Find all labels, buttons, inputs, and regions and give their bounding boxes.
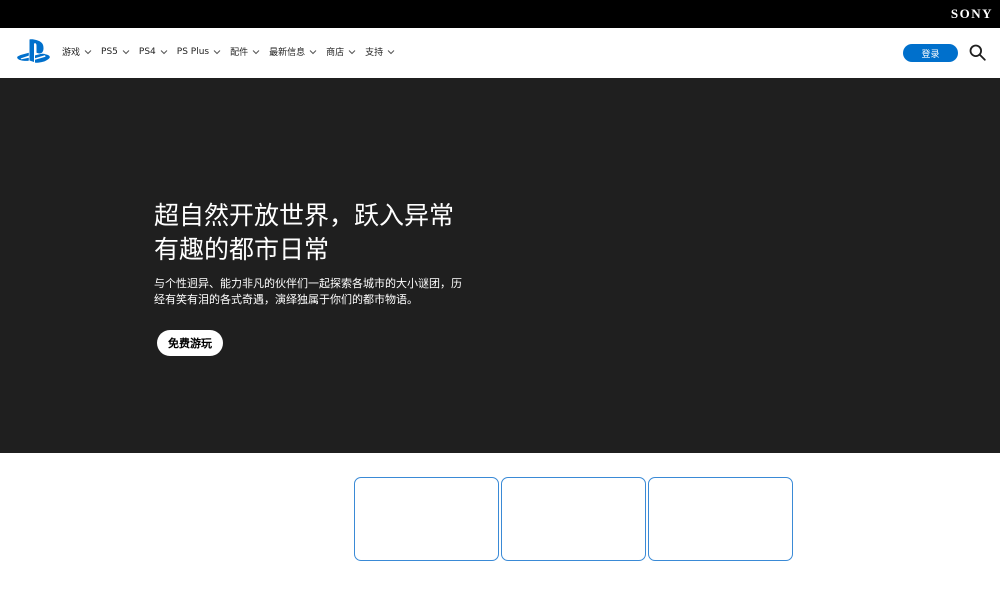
chevron-down-icon xyxy=(387,49,395,54)
nav-item-accessories[interactable]: 配件 xyxy=(230,45,260,58)
nav-item-ps-plus[interactable]: PS Plus xyxy=(177,47,221,57)
nav-item-label: 商店 xyxy=(326,48,345,58)
main-navigation: 游戏 PS5 PS4 PS Plus 配件 最新信息 商店 支持 登录 xyxy=(0,28,1000,78)
nav-item-support[interactable]: 支持 xyxy=(365,45,395,58)
sony-top-bar: SONY xyxy=(0,0,1000,28)
nav-item-label: 支持 xyxy=(365,48,384,58)
play-free-button[interactable]: 免费游玩 xyxy=(157,330,223,356)
chevron-down-icon xyxy=(348,49,356,54)
nav-item-ps4[interactable]: PS4 xyxy=(139,47,168,57)
hero-description: 与个性迥异、能力非凡的伙伴们一起探索各城市的大小谜团，历经有笑有泪的各式奇遇，演… xyxy=(154,277,462,306)
chevron-down-icon xyxy=(252,49,260,54)
nav-item-ps5[interactable]: PS5 xyxy=(101,47,130,57)
nav-menu: 游戏 PS5 PS4 PS Plus 配件 最新信息 商店 支持 xyxy=(62,45,404,58)
chevron-down-icon xyxy=(122,49,130,54)
tile-card[interactable] xyxy=(354,477,499,561)
chevron-down-icon xyxy=(309,49,317,54)
chevron-down-icon xyxy=(160,49,168,54)
login-button[interactable]: 登录 xyxy=(903,44,958,62)
tile-row xyxy=(354,477,795,561)
nav-item-label: PS5 xyxy=(101,46,118,57)
chevron-down-icon xyxy=(213,49,221,54)
tile-card[interactable] xyxy=(648,477,793,561)
nav-item-label: PS Plus xyxy=(176,46,210,57)
nav-item-label: 游戏 xyxy=(62,48,81,58)
nav-item-label: 最新信息 xyxy=(269,48,306,58)
hero-banner: 超自然开放世界，跃入异常有趣的都市日常 与个性迥异、能力非凡的伙伴们一起探索各城… xyxy=(0,78,1000,453)
hero-title: 超自然开放世界，跃入异常有趣的都市日常 xyxy=(154,201,455,264)
nav-item-news[interactable]: 最新信息 xyxy=(269,45,317,58)
nav-item-label: 配件 xyxy=(230,48,249,58)
nav-item-store[interactable]: 商店 xyxy=(326,45,356,58)
playstation-logo-icon[interactable] xyxy=(17,38,50,64)
sony-logo[interactable]: SONY xyxy=(951,6,993,22)
search-icon[interactable] xyxy=(969,44,986,61)
nav-item-games[interactable]: 游戏 xyxy=(62,45,92,58)
tile-card[interactable] xyxy=(501,477,646,561)
chevron-down-icon xyxy=(84,49,92,54)
nav-item-label: PS4 xyxy=(138,46,156,57)
